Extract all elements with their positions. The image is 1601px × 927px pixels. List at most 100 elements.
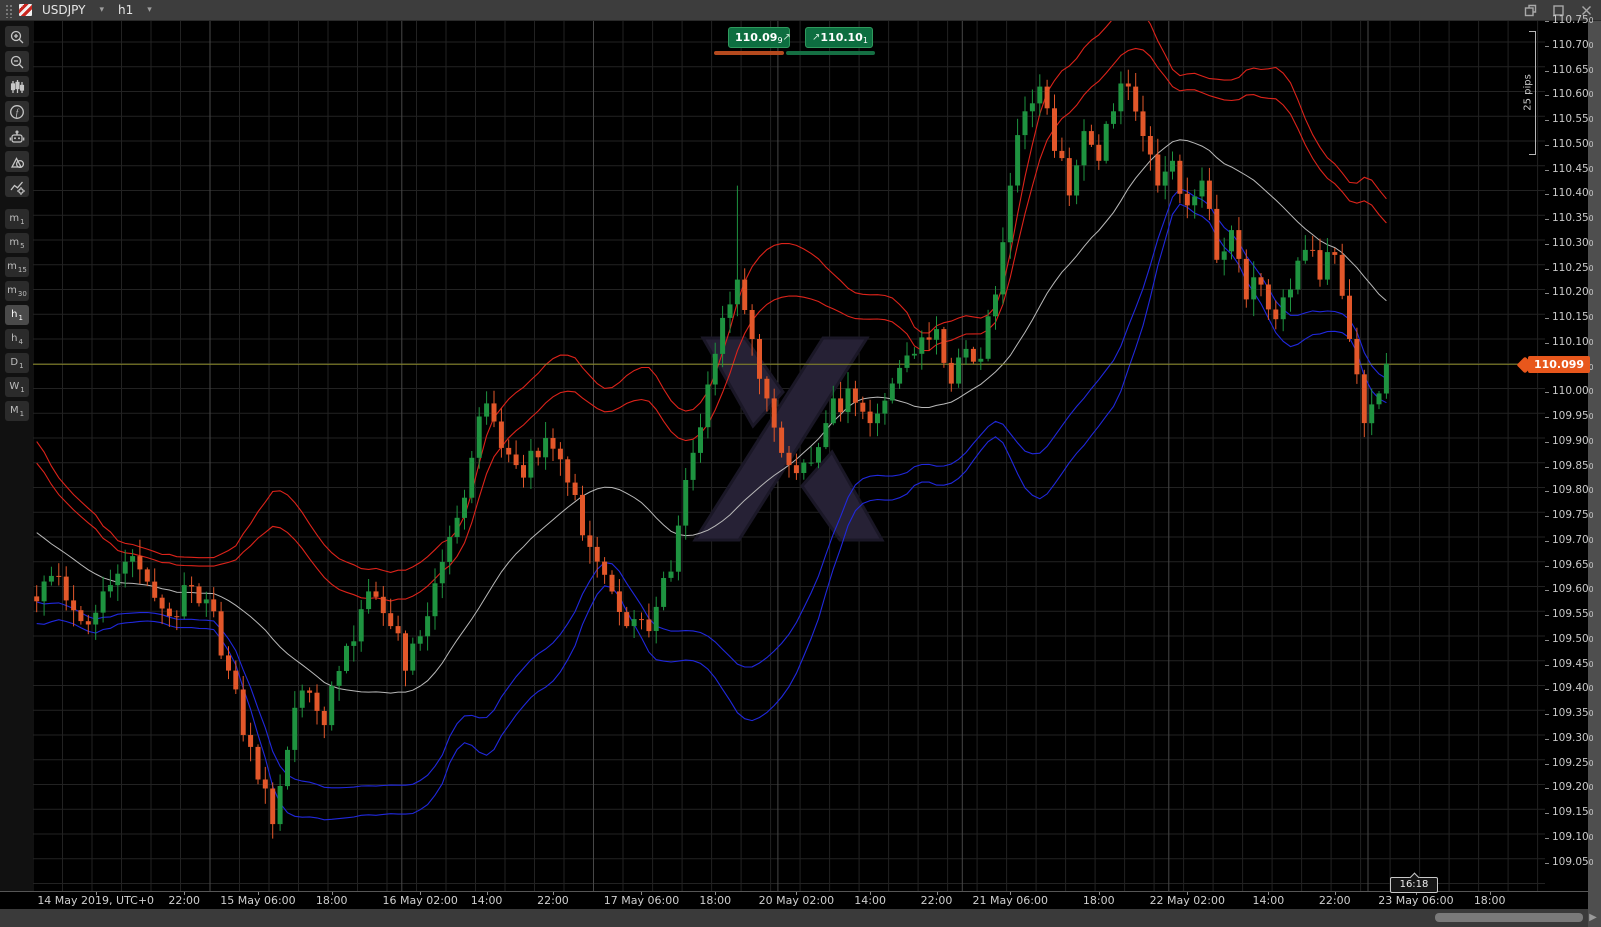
drawing-tools-button[interactable] xyxy=(4,151,29,172)
chart-settings-icon xyxy=(9,181,25,195)
price-axis-label: 110.700 xyxy=(1552,38,1594,51)
price-axis-label: 109.950 xyxy=(1552,410,1594,422)
price-axis-label: 109.250 xyxy=(1552,756,1594,769)
zoom-in-icon xyxy=(10,30,23,43)
time-axis[interactable]: 14 May 2019, UTC+0 22:00 15 May 06:00 18:00… xyxy=(0,891,1588,909)
price-axis-label: 109.900 xyxy=(1552,434,1594,447)
price-tick xyxy=(1545,293,1549,295)
price-tick xyxy=(1545,120,1549,121)
popout-button[interactable] xyxy=(1519,0,1541,20)
price-tick xyxy=(1545,837,1549,839)
price-tick xyxy=(1545,45,1549,47)
chart-toolbar: f m1 m5 m15 m30 h1 h4 D1 W1 M1 xyxy=(0,21,33,908)
price-axis[interactable]: 110.750 110.700 110.650 110.600 110.550 110.5… xyxy=(1545,14,1594,891)
price-axis-label: 109.150 xyxy=(1552,806,1594,818)
symbol-selector[interactable]: USDJPY ▾ xyxy=(38,0,108,21)
indicator-function-icon: f xyxy=(9,104,24,119)
tf-h4-button[interactable]: h4 xyxy=(4,329,29,349)
price-axis-label: 109.850 xyxy=(1552,459,1594,472)
tf-m5-button[interactable]: m5 xyxy=(4,233,29,253)
tf-m15-button[interactable]: m15 xyxy=(4,257,29,277)
price-tick xyxy=(1545,70,1549,72)
price-axis-label: 109.100 xyxy=(1552,830,1594,843)
price-tick xyxy=(1545,565,1549,567)
price-axis-label: 110.550 xyxy=(1552,113,1594,125)
price-axis-label: 109.500 xyxy=(1552,632,1594,645)
watermark-x-logo xyxy=(692,336,885,542)
timeframe-group: m1 m5 m15 m30 h1 h4 D1 W1 M1 xyxy=(4,209,29,421)
pip-scale-bracket xyxy=(1535,31,1536,155)
price-tick xyxy=(1545,169,1549,171)
tf-m30-button[interactable]: m30 xyxy=(4,281,29,301)
price-tick xyxy=(1545,491,1549,493)
price-tick xyxy=(1545,466,1549,468)
sell-button[interactable]: 110.099 ↗ xyxy=(728,27,791,48)
price-tick xyxy=(1545,540,1549,542)
price-tick xyxy=(1545,689,1549,691)
price-tick xyxy=(1545,392,1549,394)
buy-arrow-icon: ↗ xyxy=(812,32,821,43)
price-tick xyxy=(1545,417,1549,418)
candlestick-chart-canvas[interactable] xyxy=(33,21,1545,891)
trading-robot-button[interactable] xyxy=(4,126,29,147)
price-axis-label: 110.650 xyxy=(1552,63,1594,76)
price-axis-label: 109.200 xyxy=(1552,781,1594,794)
tf-h1-button[interactable]: h1 xyxy=(4,305,29,325)
tf-mn1-button[interactable]: M1 xyxy=(4,401,29,421)
chevron-down-icon: ▾ xyxy=(99,5,105,15)
price-axis-label: 109.450 xyxy=(1552,657,1594,670)
tf-m1-button[interactable]: m1 xyxy=(4,209,29,229)
price-tick xyxy=(1545,738,1549,740)
price-tick xyxy=(1545,144,1549,146)
price-tick xyxy=(1545,342,1549,344)
price-tick xyxy=(1545,441,1549,443)
chart-type-button[interactable] xyxy=(4,76,29,97)
zoom-in-button[interactable] xyxy=(4,26,29,47)
price-axis-label: 109.300 xyxy=(1552,731,1594,744)
indicators-button[interactable]: f xyxy=(4,101,29,122)
time-axis-label: 18:00 xyxy=(1473,894,1506,907)
popout-icon xyxy=(1524,4,1536,16)
price-axis-label: 109.400 xyxy=(1552,682,1594,695)
price-tick xyxy=(1545,318,1549,319)
tf-d1-button[interactable]: D1 xyxy=(4,353,29,373)
price-tick xyxy=(1545,516,1549,517)
price-tick xyxy=(1545,590,1549,592)
horizontal-scrollbar-thumb[interactable] xyxy=(1435,913,1583,922)
timeframe-selector[interactable]: h1 ▾ xyxy=(114,0,156,21)
price-axis-label: 110.350 xyxy=(1552,212,1594,224)
buy-price: 110.101 xyxy=(820,31,868,45)
buy-button[interactable]: ↗ 110.101 xyxy=(805,27,873,48)
horizontal-scrollbar[interactable] xyxy=(0,908,1588,927)
price-axis-label: 110.400 xyxy=(1552,187,1594,200)
price-axis-label: 109.350 xyxy=(1552,707,1594,719)
price-axis-label: 110.000 xyxy=(1552,385,1594,398)
window-titlebar: USDJPY ▾ h1 ▾ xyxy=(0,0,1601,21)
candle-countdown: 16:18 xyxy=(1390,877,1438,893)
price-axis-label: 109.800 xyxy=(1552,484,1594,497)
price-tick xyxy=(1545,813,1549,814)
svg-text:f: f xyxy=(15,107,19,117)
price-axis-label: 110.750 xyxy=(1552,14,1594,26)
trading-chart-window: USDJPY ▾ h1 ▾ f m1 m5 m15 m30 h1 h4 D1 W… xyxy=(0,0,1601,927)
price-axis-label: 109.650 xyxy=(1552,558,1594,571)
price-tick xyxy=(1545,714,1549,715)
sell-arrow-icon: ↗ xyxy=(782,32,791,43)
tf-w1-button[interactable]: W1 xyxy=(4,377,29,397)
sell-sentiment-bar xyxy=(714,51,784,55)
price-tick xyxy=(1545,763,1549,765)
price-tick xyxy=(1545,219,1549,220)
chevron-down-icon: ▾ xyxy=(147,5,152,15)
price-tick xyxy=(1545,862,1549,864)
price-axis-label: 110.200 xyxy=(1552,286,1594,299)
price-axis-label: 110.500 xyxy=(1552,137,1594,150)
drag-handle[interactable] xyxy=(4,2,13,18)
price-axis-label: 109.700 xyxy=(1552,533,1594,546)
zoom-out-button[interactable] xyxy=(4,51,29,72)
current-price-tag: 110.099 xyxy=(1528,356,1590,373)
scroll-right-arrow-icon[interactable]: ▶ xyxy=(1586,909,1600,926)
price-axis-label: 110.450 xyxy=(1552,162,1594,175)
robot-icon xyxy=(9,129,24,143)
chart-settings-button[interactable] xyxy=(4,176,29,197)
pip-scale-bracket-cap-bottom xyxy=(1529,154,1536,155)
